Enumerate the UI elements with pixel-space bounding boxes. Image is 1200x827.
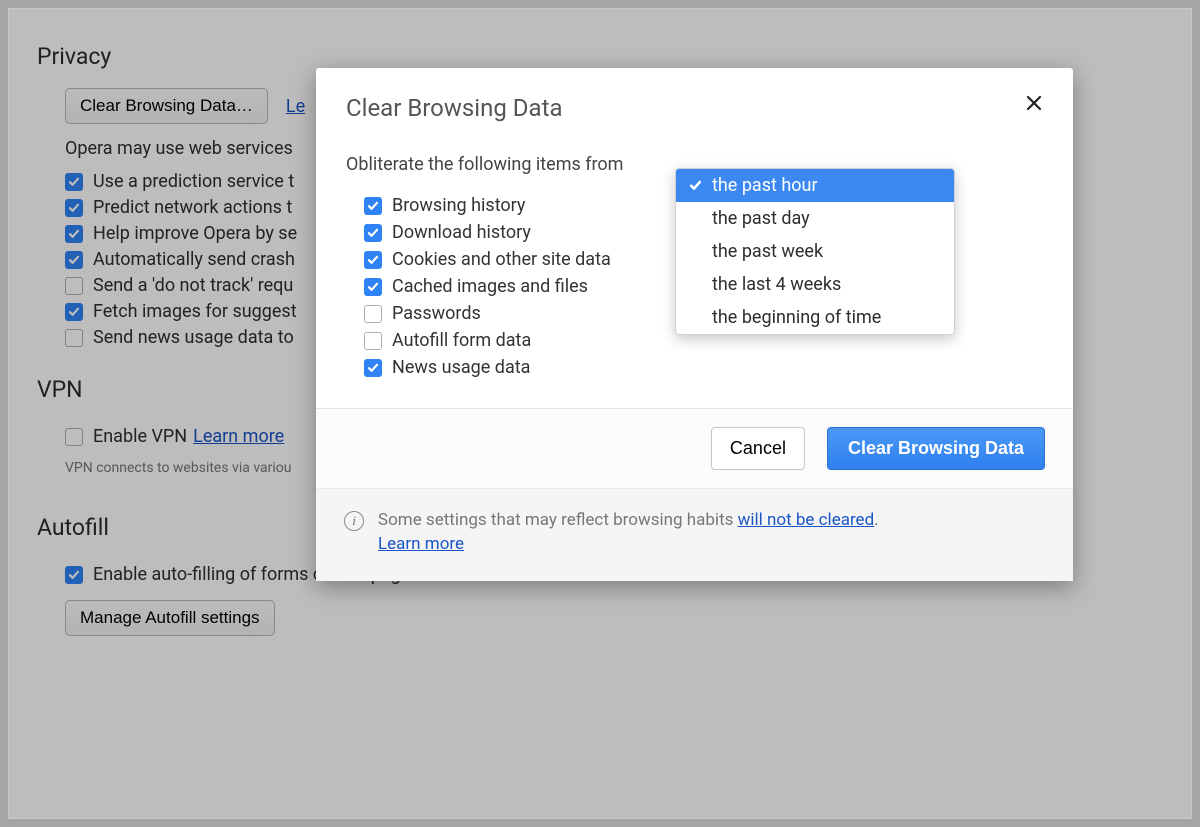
time-range-option[interactable]: the past hour <box>676 169 954 202</box>
note-learn-more-link[interactable]: Learn more <box>378 534 464 554</box>
dialog-item-6-checkbox[interactable]: News usage data <box>364 357 1043 378</box>
enable-vpn-checkbox[interactable]: Enable VPN <box>65 426 187 447</box>
checkbox-box <box>364 332 382 350</box>
checkbox-box <box>364 305 382 323</box>
dialog-item-2-label: Cookies and other site data <box>392 249 611 270</box>
time-range-option-label: the past week <box>712 241 823 262</box>
checkbox-box <box>364 251 382 269</box>
checkbox-box <box>65 173 83 191</box>
time-range-option[interactable]: the beginning of time <box>676 301 954 334</box>
dialog-item-6-label: News usage data <box>392 357 530 378</box>
privacy-option-2-label: Help improve Opera by se <box>93 223 297 244</box>
checkbox-box <box>65 303 83 321</box>
section-title-privacy: Privacy <box>37 43 1163 70</box>
manage-autofill-button[interactable]: Manage Autofill settings <box>65 600 275 636</box>
privacy-option-6-label: Send news usage data to <box>93 327 294 348</box>
checkbox-box <box>364 224 382 242</box>
note-text: Some settings that may reflect browsing … <box>378 509 879 557</box>
privacy-services-text: Opera may use web services <box>65 138 293 159</box>
enable-vpn-label: Enable VPN <box>93 426 187 447</box>
time-range-dropdown[interactable]: the past hour the past day the past week th… <box>675 168 955 335</box>
close-icon[interactable] <box>1025 90 1043 117</box>
vpn-learn-more-link[interactable]: Learn more <box>193 426 284 447</box>
time-range-option-label: the beginning of time <box>712 307 881 328</box>
dialog-item-3-label: Cached images and files <box>392 276 588 297</box>
time-range-option-label: the past hour <box>712 175 818 196</box>
privacy-option-3-label: Automatically send crash <box>93 249 295 270</box>
checkbox-box <box>65 566 83 584</box>
time-range-option-label: the last 4 weeks <box>712 274 841 295</box>
time-range-option[interactable]: the past day <box>676 202 954 235</box>
check-icon <box>686 179 704 192</box>
dialog-item-0-label: Browsing history <box>392 195 525 216</box>
info-icon: i <box>344 511 364 531</box>
note-will-not-be-cleared-link[interactable]: will not be cleared <box>738 510 875 530</box>
obliterate-text: Obliterate the following items from <box>346 154 623 175</box>
dialog-item-4-label: Passwords <box>392 303 481 324</box>
time-range-option[interactable]: the last 4 weeks <box>676 268 954 301</box>
checkbox-box <box>65 225 83 243</box>
checkbox-box <box>65 277 83 295</box>
time-range-option[interactable]: the past week <box>676 235 954 268</box>
checkbox-box <box>65 199 83 217</box>
clear-browsing-data-confirm-button[interactable]: Clear Browsing Data <box>827 427 1045 470</box>
time-range-option-label: the past day <box>712 208 810 229</box>
dialog-item-1-label: Download history <box>392 222 531 243</box>
clear-browsing-data-button[interactable]: Clear Browsing Data… <box>65 88 268 124</box>
cancel-button[interactable]: Cancel <box>711 427 805 470</box>
dialog-title: Clear Browsing Data <box>346 94 563 122</box>
privacy-option-4-label: Send a 'do not track' requ <box>93 275 293 296</box>
checkbox-box <box>65 329 83 347</box>
privacy-option-0-label: Use a prediction service t <box>93 171 294 192</box>
checkbox-box <box>364 278 382 296</box>
dialog-item-5-label: Autofill form data <box>392 330 531 351</box>
checkbox-box <box>364 197 382 215</box>
privacy-learn-more-link[interactable]: Le <box>286 96 305 117</box>
privacy-option-5-label: Fetch images for suggest <box>93 301 297 322</box>
checkbox-box <box>65 251 83 269</box>
privacy-option-1-label: Predict network actions t <box>93 197 292 218</box>
checkbox-box <box>364 359 382 377</box>
checkbox-box <box>65 428 83 446</box>
